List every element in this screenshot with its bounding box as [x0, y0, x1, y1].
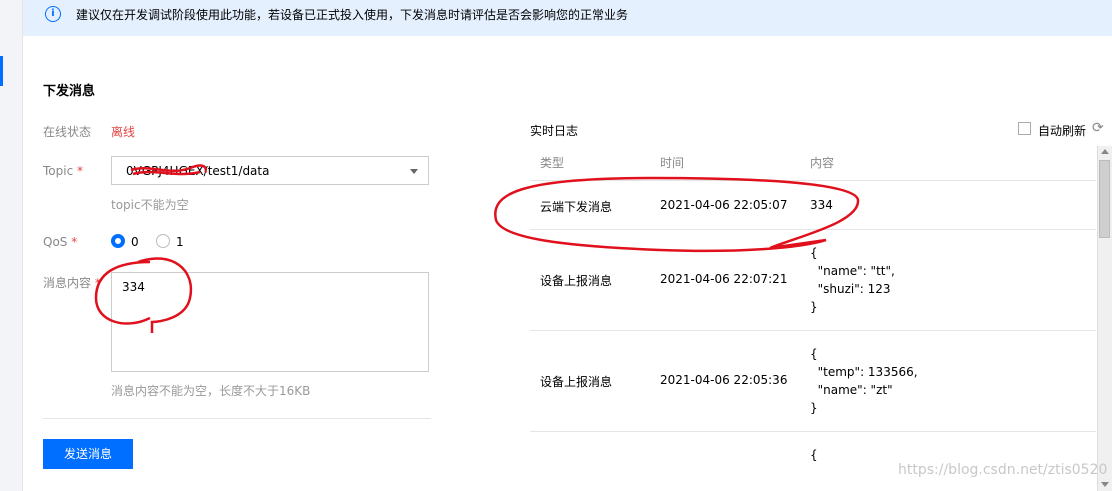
scroll-up-icon[interactable] [1101, 149, 1109, 154]
message-content-textarea[interactable]: 334 [111, 272, 429, 372]
watermark: https://blog.csdn.net/ztis0520 [898, 462, 1108, 478]
form-divider [43, 418, 431, 419]
column-header-content: 内容 [810, 156, 835, 170]
qos-radio-0[interactable] [111, 234, 125, 248]
notice-banner: i 建议仅在开发调试阶段使用此功能，若设备已正式投入使用，下发消息时请评估是否会… [23, 0, 1112, 36]
qos-label: QoS * [43, 235, 78, 249]
scrollbar-thumb[interactable] [1099, 160, 1110, 238]
row-time: 2021-04-06 22:05:36 [660, 373, 788, 387]
refresh-icon[interactable]: ⟳ [1092, 120, 1104, 136]
side-nav-active-marker [0, 56, 3, 86]
log-table-header: 类型 时间 内容 [530, 146, 1096, 181]
message-content-value: 334 [122, 280, 145, 294]
content-label: 消息内容 * [43, 276, 101, 290]
qos-radio-0-label: 0 [131, 235, 139, 249]
content-hint: 消息内容不能为空，长度不大于16KB [111, 384, 311, 398]
row-content: { "name": "tt", "shuzi": 123 } [810, 246, 895, 314]
table-row: 设备上报消息 2021-04-06 22:05:36 { "temp": 133… [530, 331, 1096, 432]
row-content: { [810, 448, 818, 462]
row-time: 2021-04-06 22:07:21 [660, 272, 788, 286]
topic-select[interactable]: 0VGPJ4HGEX/test1/data [111, 156, 429, 185]
row-time: 2021-04-06 22:05:07 [660, 198, 788, 212]
status-value: 离线 [111, 125, 136, 139]
row-type: 设备上报消息 [540, 274, 613, 288]
status-label: 在线状态 [43, 125, 92, 139]
info-icon: i [45, 6, 61, 22]
row-type: 云端下发消息 [540, 200, 613, 214]
log-scrollbar[interactable] [1097, 146, 1112, 491]
send-message-button[interactable]: 发送消息 [43, 439, 133, 469]
topic-hint: topic不能为空 [111, 198, 189, 212]
section-title: 下发消息 [43, 84, 96, 99]
scroll-down-icon[interactable] [1101, 482, 1109, 487]
topic-label: Topic * [43, 164, 84, 178]
qos-radio-1[interactable] [156, 234, 170, 248]
column-header-type: 类型 [540, 156, 565, 170]
table-row: 设备上报消息 2021-04-06 22:07:21 { "name": "tt… [530, 230, 1096, 331]
auto-refresh-label: 自动刷新 [1038, 124, 1087, 138]
chevron-down-icon [410, 169, 418, 174]
log-title: 实时日志 [530, 124, 579, 138]
qos-radio-1-label: 1 [176, 235, 184, 249]
table-row: 云端下发消息 2021-04-06 22:05:07 334 [530, 181, 1096, 230]
topic-select-value: 0VGPJ4HGEX/test1/data [126, 164, 270, 178]
row-content: { "temp": 133566, "name": "zt" } [810, 347, 918, 415]
auto-refresh-checkbox[interactable] [1018, 122, 1031, 135]
column-header-time: 时间 [660, 156, 685, 170]
log-table: 类型 时间 内容 云端下发消息 2021-04-06 22:05:07 334 … [530, 146, 1096, 491]
side-nav [0, 0, 23, 491]
row-content: 334 [810, 198, 833, 212]
row-type: 设备上报消息 [540, 375, 613, 389]
notice-text: 建议仅在开发调试阶段使用此功能，若设备已正式投入使用，下发消息时请评估是否会影响… [76, 8, 629, 22]
